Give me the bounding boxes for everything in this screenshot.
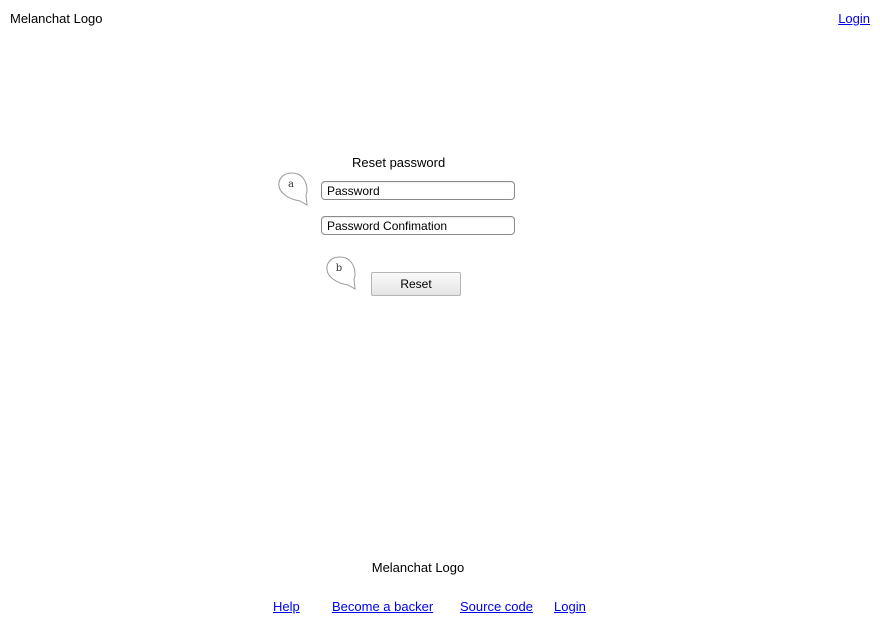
header-logo: Melanchat Logo <box>10 11 103 26</box>
footer-link-help[interactable]: Help <box>273 599 300 615</box>
header-login-link[interactable]: Login <box>838 11 870 27</box>
footer-link-become-a-backer[interactable]: Become a backer <box>332 599 433 615</box>
form-title: Reset password <box>352 155 446 170</box>
password-input[interactable] <box>321 181 515 200</box>
footer-link-login[interactable]: Login <box>554 599 586 615</box>
annotation-bubble-b: b <box>324 255 358 291</box>
password-confirmation-input[interactable] <box>321 216 515 235</box>
annotation-letter-b: b <box>335 263 343 274</box>
reset-button[interactable]: Reset <box>371 272 461 296</box>
annotation-letter-a: a <box>288 179 294 190</box>
footer-link-source-code[interactable]: Source code <box>460 599 533 615</box>
annotation-bubble-a: a <box>276 171 310 207</box>
footer-logo: Melanchat Logo <box>371 560 465 575</box>
